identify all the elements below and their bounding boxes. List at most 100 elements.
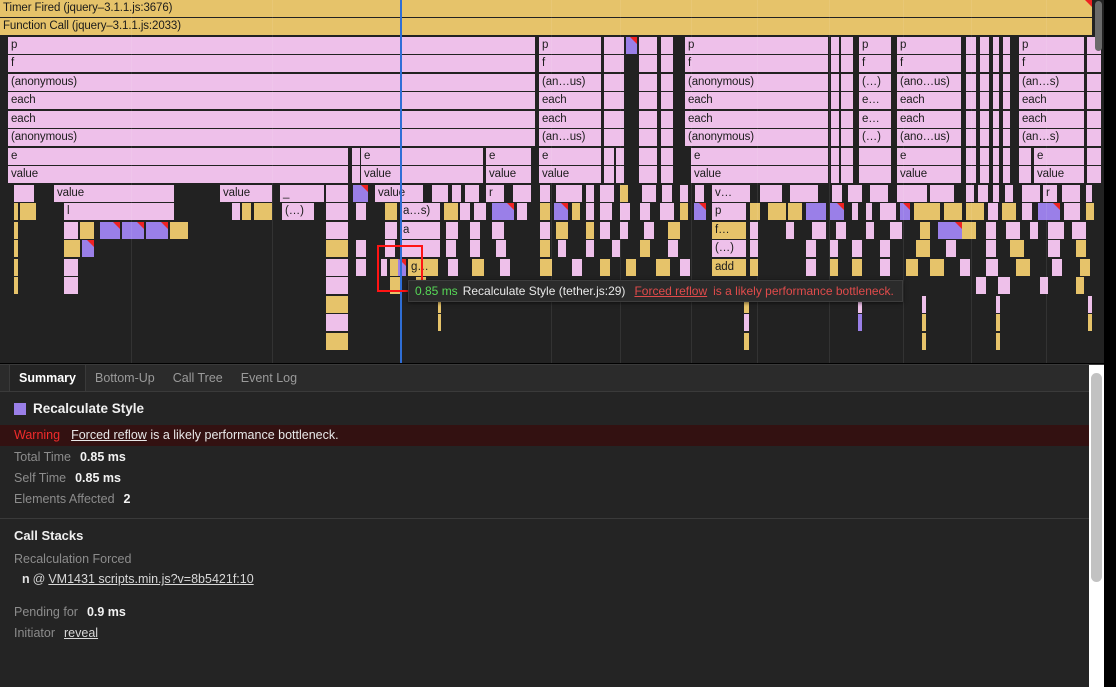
flame-bar[interactable] <box>432 185 448 202</box>
flame-bar[interactable] <box>980 92 989 109</box>
flame-bar[interactable] <box>326 296 348 313</box>
flame-bar[interactable] <box>600 203 612 220</box>
flame-bar[interactable] <box>470 222 480 239</box>
flame-bar[interactable] <box>890 222 902 239</box>
flame-bar[interactable] <box>790 185 818 202</box>
flame-bar-an-s[interactable]: (an…s) <box>1019 74 1084 91</box>
flame-bar[interactable] <box>897 185 927 202</box>
flame-bar[interactable] <box>786 222 794 239</box>
flame-bar[interactable] <box>326 222 348 239</box>
flame-bar[interactable] <box>64 277 78 294</box>
flame-bar[interactable] <box>993 185 999 202</box>
flame-bar[interactable] <box>1052 259 1062 276</box>
flame-bar[interactable] <box>600 222 610 239</box>
flame-bar[interactable] <box>586 185 594 202</box>
flame-bar[interactable] <box>1048 222 1064 239</box>
flame-bar[interactable] <box>586 203 594 220</box>
flame-bar-[interactable]: (…) <box>859 74 891 91</box>
flame-bar[interactable] <box>626 259 636 276</box>
flame-bar[interactable] <box>830 259 838 276</box>
flame-bar[interactable] <box>831 55 839 72</box>
flame-bar[interactable] <box>356 240 366 257</box>
flame-bar-e[interactable]: e <box>486 148 531 165</box>
flame-bar[interactable] <box>836 222 846 239</box>
flame-bar[interactable] <box>474 203 486 220</box>
flame-bar[interactable] <box>1064 203 1080 220</box>
flame-bar[interactable] <box>460 203 470 220</box>
flame-bar[interactable] <box>353 185 368 202</box>
flame-bar-each[interactable]: each <box>897 92 961 109</box>
flame-bar[interactable] <box>446 240 456 257</box>
flame-bar[interactable] <box>500 259 510 276</box>
flame-bar[interactable] <box>980 55 989 72</box>
flame-bar[interactable] <box>831 111 839 128</box>
flame-bar-p[interactable]: p <box>539 37 601 54</box>
flame-bar[interactable] <box>14 277 18 294</box>
flame-bar[interactable] <box>680 259 690 276</box>
flame-bar[interactable] <box>452 185 461 202</box>
flame-bar[interactable] <box>920 222 930 239</box>
flame-bar[interactable] <box>1038 203 1060 220</box>
flame-bar-v[interactable]: v… <box>712 185 750 202</box>
flame-bar-function-call-jquery-3-1-1-js-2033[interactable]: Function Call (jquery–3.1.1.js:2033) <box>0 18 1092 35</box>
flame-bar[interactable] <box>1022 203 1032 220</box>
flame-bar[interactable] <box>668 222 680 239</box>
flame-bar[interactable] <box>1087 74 1101 91</box>
flame-bar[interactable] <box>326 203 348 220</box>
flame-bar[interactable] <box>938 222 962 239</box>
flame-bar[interactable] <box>694 203 706 220</box>
flame-bar[interactable] <box>64 222 78 239</box>
flame-bar[interactable] <box>326 185 348 202</box>
flame-bar-f[interactable]: f <box>859 55 891 72</box>
flame-bar[interactable] <box>448 259 458 276</box>
flame-bar[interactable] <box>620 203 630 220</box>
flame-bar[interactable] <box>680 203 688 220</box>
flame-bar-value[interactable]: value <box>486 166 531 183</box>
flame-bar[interactable] <box>639 92 657 109</box>
flame-bar-value[interactable]: value <box>897 166 961 183</box>
flame-bar-an-s[interactable]: (an…s) <box>1019 129 1084 146</box>
flame-bar-e[interactable]: e… <box>859 111 891 128</box>
flame-bar[interactable] <box>1003 148 1010 165</box>
flame-bar-each[interactable]: each <box>539 92 601 109</box>
flame-bar[interactable] <box>980 37 989 54</box>
details-tabbar[interactable]: Summary Bottom-Up Call Tree Event Log <box>0 365 1104 392</box>
flame-chart[interactable]: Timer Fired (jquery–3.1.1.js:3676) Functi… <box>0 0 1104 363</box>
flame-bar[interactable] <box>812 222 826 239</box>
flame-bar[interactable] <box>170 222 188 239</box>
flame-bar[interactable] <box>540 222 550 239</box>
tab-summary[interactable]: Summary <box>9 365 86 391</box>
flame-bar-[interactable]: _ <box>280 185 324 202</box>
flame-bar[interactable] <box>962 222 976 239</box>
flame-bar[interactable] <box>993 92 999 109</box>
flame-bar[interactable] <box>604 148 614 165</box>
flame-bar[interactable] <box>1003 37 1010 54</box>
flame-bar-f[interactable]: f… <box>712 222 746 239</box>
flame-bar[interactable] <box>639 37 657 54</box>
flame-bar[interactable] <box>604 111 624 128</box>
flame-bar[interactable] <box>806 259 816 276</box>
flame-bar-e[interactable]: e <box>539 148 601 165</box>
flame-bar[interactable] <box>438 314 441 331</box>
flame-bar[interactable] <box>1062 185 1080 202</box>
flame-bar[interactable] <box>540 203 550 220</box>
flame-bar-each[interactable]: each <box>1019 111 1084 128</box>
details-scrollbar-thumb[interactable] <box>1091 373 1102 582</box>
flame-bar[interactable] <box>586 240 594 257</box>
tooltip-forced-reflow-link[interactable]: Forced reflow <box>634 284 707 298</box>
flame-bar[interactable] <box>356 203 366 220</box>
flame-bar-value[interactable]: value <box>375 185 423 202</box>
flame-bar[interactable] <box>1076 240 1086 257</box>
flame-bar[interactable] <box>640 240 650 257</box>
flame-bar[interactable] <box>100 222 120 239</box>
flame-bar-[interactable]: (…) <box>859 129 891 146</box>
tab-bottom-up[interactable]: Bottom-Up <box>86 365 164 391</box>
flame-bar-p[interactable]: p <box>859 37 891 54</box>
flame-bar[interactable] <box>993 111 999 128</box>
initiator-reveal-link[interactable]: reveal <box>64 626 98 640</box>
flame-bar[interactable] <box>639 148 657 165</box>
flame-bar[interactable] <box>966 203 984 220</box>
flame-bar-value[interactable]: value <box>691 166 828 183</box>
flame-bar[interactable] <box>1010 240 1024 257</box>
flame-bar[interactable] <box>572 259 582 276</box>
